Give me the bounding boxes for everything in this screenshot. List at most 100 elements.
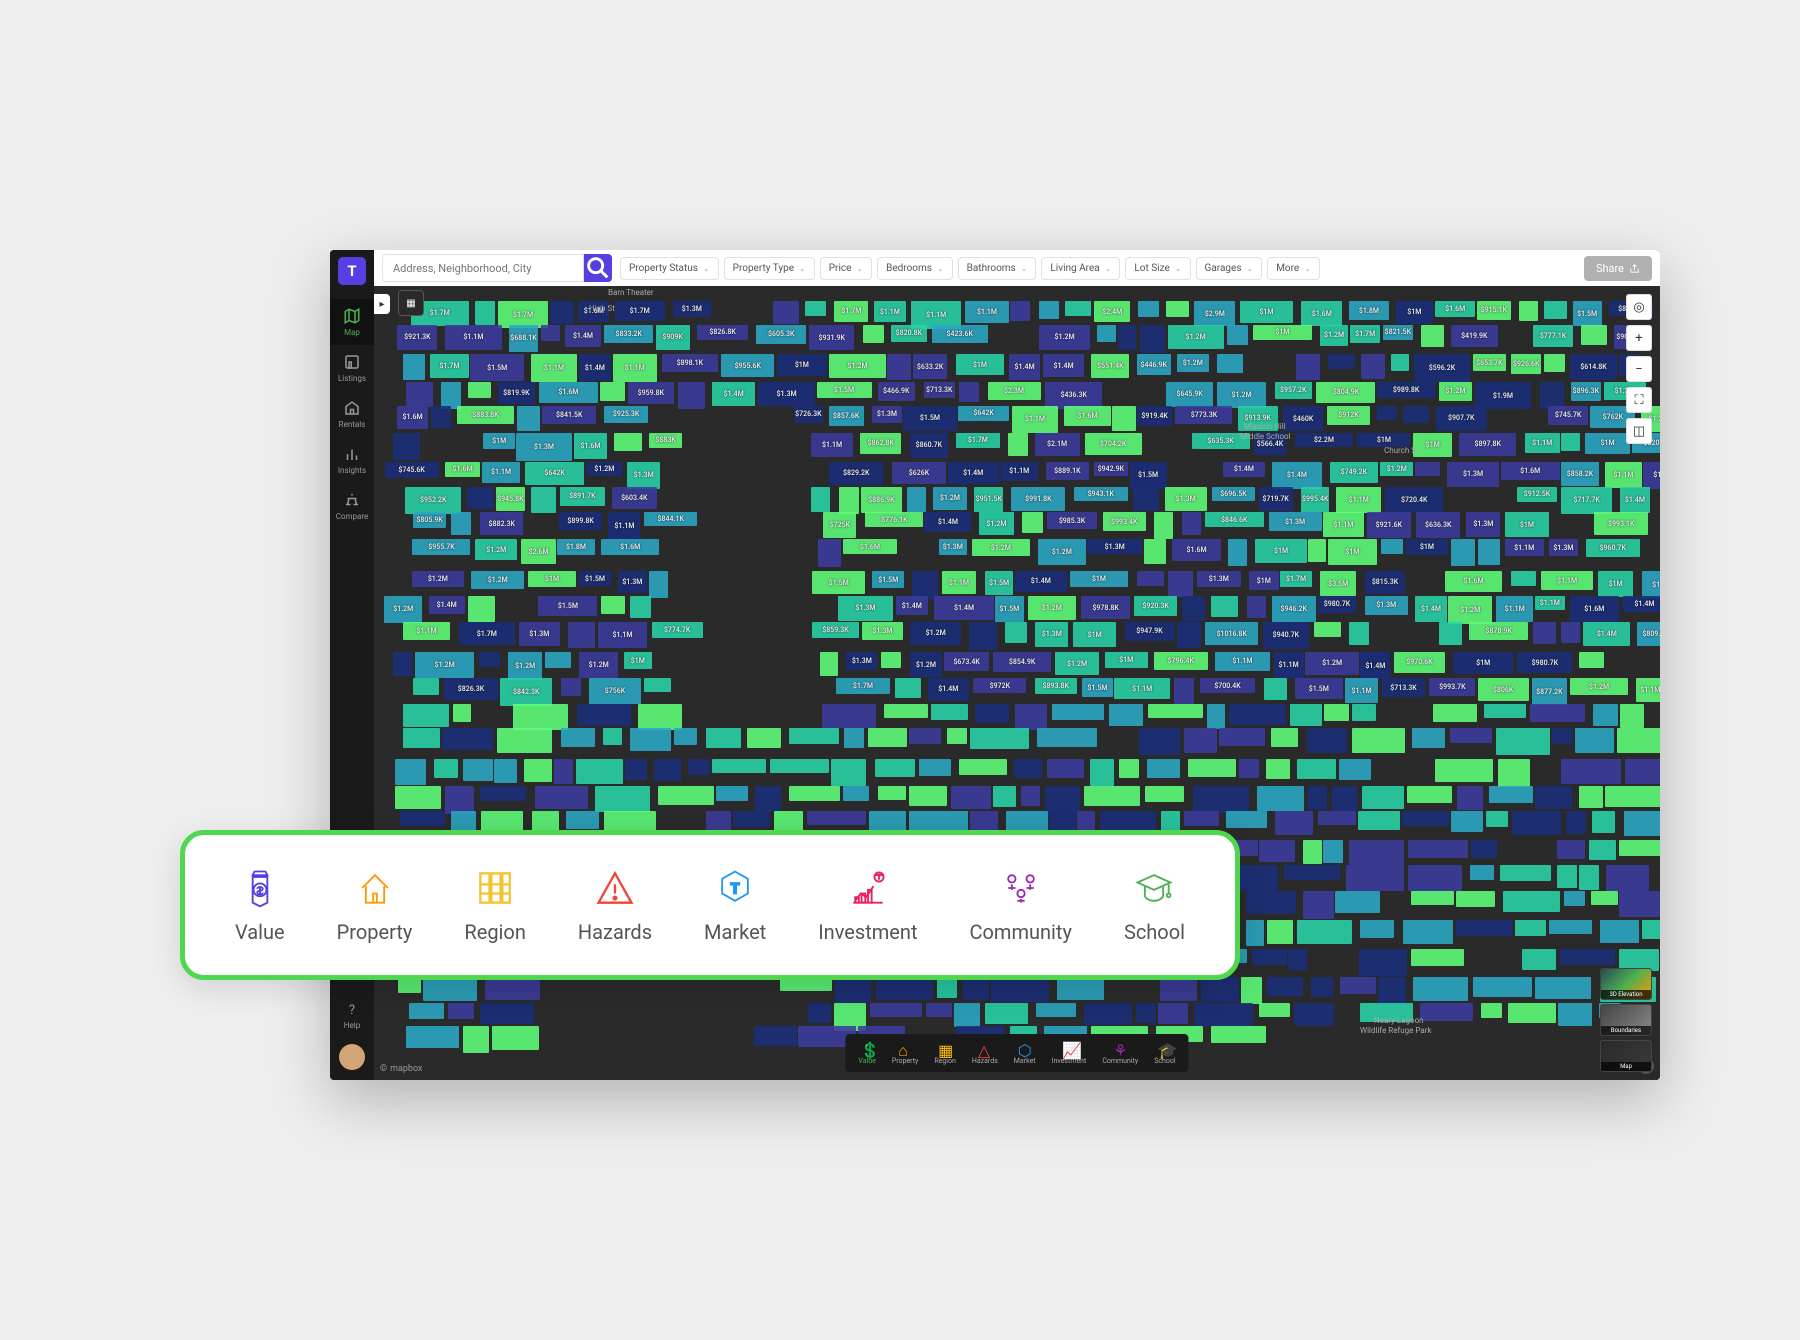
parcel[interactable] bbox=[1439, 622, 1462, 645]
parcel[interactable]: $1M bbox=[1249, 571, 1278, 590]
parcel[interactable] bbox=[1184, 811, 1219, 827]
filter-more[interactable]: More⌄ bbox=[1267, 257, 1320, 280]
parcel[interactable] bbox=[716, 786, 747, 801]
parcel[interactable]: $653.7K bbox=[1473, 354, 1505, 370]
parcel[interactable] bbox=[393, 433, 420, 461]
parcel[interactable]: $1.6M bbox=[1501, 462, 1560, 480]
parcel[interactable] bbox=[1619, 840, 1660, 856]
parcel[interactable] bbox=[1323, 840, 1342, 863]
parcel[interactable] bbox=[678, 382, 705, 409]
parcel[interactable] bbox=[875, 759, 915, 777]
parcel[interactable]: $1.1M bbox=[942, 571, 976, 594]
parcel[interactable] bbox=[1403, 406, 1428, 423]
fullscreen-button[interactable]: ⛶ bbox=[1626, 387, 1652, 413]
parcel[interactable]: $1.1M bbox=[965, 301, 1010, 323]
toolbar-item-property[interactable]: ⌂Property bbox=[885, 1038, 926, 1068]
filter-property-status[interactable]: Property Status⌄ bbox=[620, 257, 719, 280]
parcel[interactable] bbox=[770, 759, 828, 773]
parcel[interactable]: $1.4M bbox=[1272, 462, 1321, 489]
parcel[interactable]: $436.3K bbox=[1045, 382, 1102, 409]
parcel[interactable] bbox=[1412, 728, 1445, 747]
sidebar-item-compare[interactable]: Compare bbox=[330, 483, 374, 529]
parcel[interactable]: $886.9K bbox=[861, 487, 901, 513]
parcel[interactable] bbox=[1290, 704, 1322, 727]
parcel[interactable]: $1.2M bbox=[1055, 652, 1098, 675]
parcel[interactable] bbox=[535, 786, 588, 809]
parcel[interactable]: $1.1M bbox=[1525, 433, 1560, 454]
parcel[interactable]: $1.2M bbox=[1305, 652, 1358, 674]
parcel[interactable]: $460K bbox=[1283, 406, 1324, 432]
parcel[interactable]: $943.1K bbox=[1074, 487, 1128, 501]
parcel[interactable]: $2.6M bbox=[521, 539, 555, 564]
parcel[interactable]: $882.3K bbox=[480, 512, 523, 535]
parcel[interactable] bbox=[1145, 786, 1184, 802]
parcel[interactable] bbox=[513, 704, 568, 730]
parcel[interactable]: $1M bbox=[1406, 539, 1448, 555]
parcel[interactable]: $1.4M bbox=[924, 512, 971, 531]
parcel[interactable] bbox=[1362, 786, 1404, 810]
parcel[interactable] bbox=[1619, 891, 1660, 916]
help-button[interactable]: ? Help bbox=[344, 995, 360, 1038]
parcel[interactable]: $980.7K bbox=[1517, 652, 1572, 673]
parcel[interactable] bbox=[649, 571, 668, 598]
parcel[interactable]: $1M bbox=[1073, 622, 1116, 647]
parcel[interactable] bbox=[1174, 678, 1194, 703]
parcel[interactable]: $1M bbox=[956, 354, 1005, 375]
parcel[interactable] bbox=[654, 759, 681, 781]
parcel[interactable] bbox=[844, 728, 864, 747]
parcel[interactable] bbox=[568, 622, 596, 648]
parcel[interactable] bbox=[868, 728, 907, 747]
parcel[interactable]: $815.3K bbox=[1365, 571, 1405, 594]
parcel[interactable]: $877.2K bbox=[1532, 678, 1567, 705]
parcel[interactable]: $989.8K bbox=[1377, 382, 1435, 398]
parcel[interactable] bbox=[1271, 728, 1298, 747]
parcel[interactable] bbox=[1246, 920, 1264, 946]
parcel[interactable] bbox=[550, 301, 574, 324]
parcel[interactable]: $844.1K bbox=[644, 512, 697, 526]
parcel[interactable] bbox=[400, 811, 445, 827]
parcel[interactable] bbox=[1039, 301, 1060, 319]
parcel[interactable] bbox=[1226, 811, 1267, 829]
parcel[interactable] bbox=[733, 811, 771, 827]
parcel[interactable]: $1.6M bbox=[1445, 571, 1502, 592]
parcel[interactable]: $955.7K bbox=[412, 539, 470, 554]
parcel[interactable] bbox=[395, 786, 441, 809]
parcel[interactable]: $1.4M bbox=[565, 325, 601, 347]
parcel[interactable] bbox=[1484, 704, 1526, 719]
parcel[interactable]: $1.2M bbox=[1448, 596, 1492, 624]
parcel[interactable] bbox=[839, 487, 859, 515]
parcel[interactable] bbox=[554, 759, 573, 784]
parcel[interactable]: $1M bbox=[1255, 539, 1307, 563]
parcel[interactable]: $1.1M bbox=[613, 354, 657, 382]
parcel[interactable] bbox=[1473, 977, 1532, 998]
parcel[interactable] bbox=[1544, 354, 1564, 371]
parcel[interactable]: $898.1K bbox=[662, 354, 719, 371]
parcel[interactable] bbox=[954, 1003, 980, 1027]
callout-item-investment[interactable]: Investment bbox=[818, 866, 917, 944]
parcel[interactable]: $1.3M bbox=[673, 301, 711, 317]
parcel[interactable]: $925.3K bbox=[604, 406, 648, 424]
parcel[interactable] bbox=[431, 406, 451, 429]
parcel[interactable] bbox=[1136, 1003, 1156, 1024]
parcel[interactable]: $1.2M bbox=[1570, 678, 1629, 694]
parcel[interactable]: $1.2M bbox=[1028, 596, 1076, 620]
parcel[interactable] bbox=[1065, 301, 1091, 316]
layer-toggle-button[interactable]: ▦ bbox=[398, 290, 424, 316]
parcel[interactable] bbox=[1381, 539, 1403, 553]
parcel[interactable]: $1.6M bbox=[445, 462, 480, 478]
parcel[interactable]: $1.8M bbox=[1349, 301, 1388, 321]
parcel[interactable]: $642K bbox=[958, 406, 1009, 421]
parcel[interactable]: $725K bbox=[823, 512, 856, 537]
parcel[interactable]: $1.4M bbox=[579, 354, 611, 381]
parcel[interactable]: $1.1M bbox=[1001, 462, 1038, 481]
parcel[interactable] bbox=[492, 1026, 538, 1050]
parcel[interactable]: $859.3K bbox=[812, 622, 859, 638]
parcel[interactable] bbox=[1247, 596, 1266, 619]
parcel[interactable]: $1.2M bbox=[972, 539, 1030, 556]
parcel[interactable]: $955.6K bbox=[721, 354, 774, 376]
parcel[interactable] bbox=[831, 759, 867, 786]
parcel[interactable]: $1.1M bbox=[482, 462, 520, 484]
parcel[interactable]: $720.4K bbox=[1385, 487, 1442, 514]
parcel[interactable] bbox=[1015, 704, 1047, 731]
parcel[interactable] bbox=[1133, 487, 1159, 511]
